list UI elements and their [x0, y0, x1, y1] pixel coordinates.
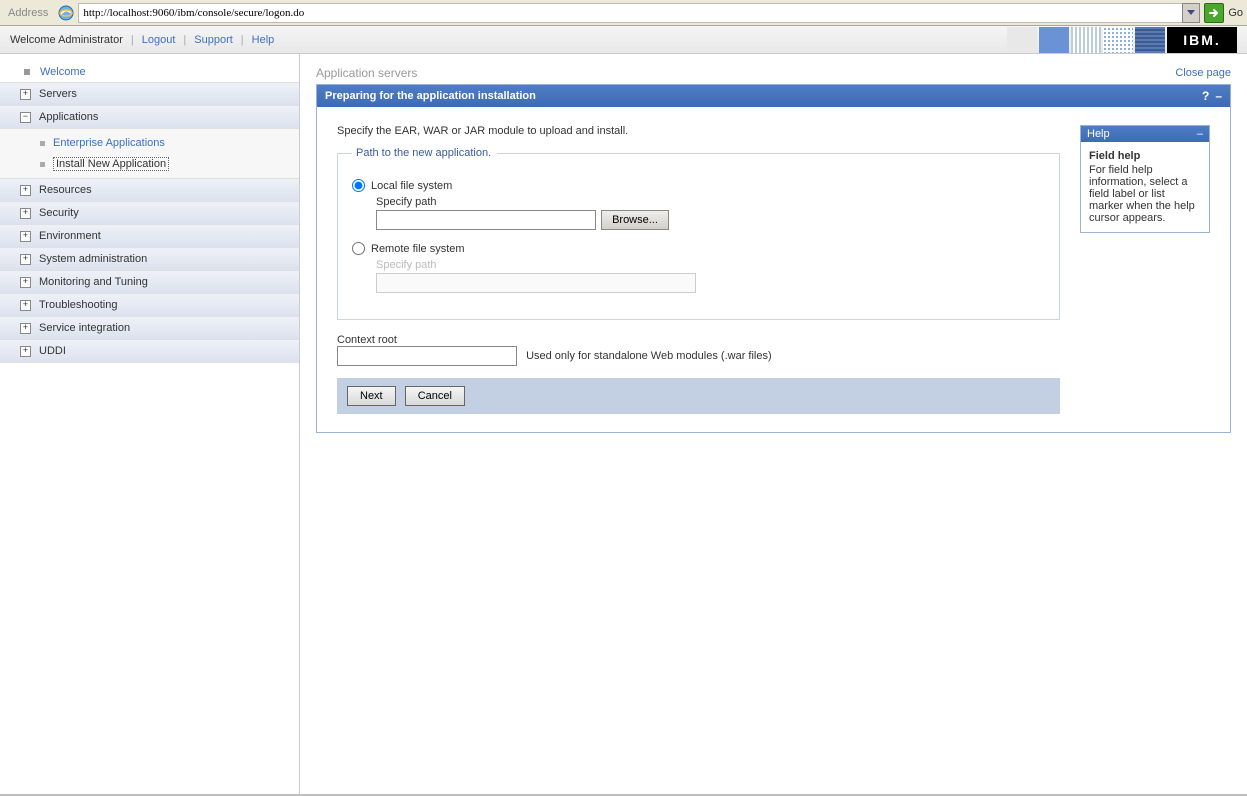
cancel-button[interactable]: Cancel — [405, 386, 465, 406]
expand-icon[interactable]: + — [20, 300, 31, 311]
url-dropdown[interactable] — [1182, 3, 1200, 23]
sidebar-item-system-administration[interactable]: + System administration — [0, 247, 299, 271]
bullet-icon — [40, 162, 45, 167]
local-file-radio-row: Local file system — [352, 179, 1045, 192]
sidebar-applications-children: Enterprise Applications Install New Appl… — [0, 129, 299, 179]
remote-file-radio-row: Remote file system — [352, 242, 1045, 255]
context-root-input[interactable] — [337, 346, 517, 366]
browse-button[interactable]: Browse... — [601, 210, 669, 230]
local-path-field: Specify path Browse... — [376, 196, 1045, 230]
expand-icon[interactable]: + — [20, 346, 31, 357]
expand-icon[interactable]: + — [20, 89, 31, 100]
sidebar-child-enterprise-applications[interactable]: Enterprise Applications — [0, 133, 299, 153]
remote-file-radio[interactable] — [352, 242, 365, 255]
help-minimize-icon[interactable]: – — [1197, 128, 1203, 140]
remote-path-field: Specify path — [376, 259, 1045, 293]
install-panel: Preparing for the application installati… — [316, 84, 1231, 433]
help-title-bar: Help – — [1081, 126, 1209, 142]
context-root-row: Context root Used only for standalone We… — [337, 334, 1060, 366]
form-area: Specify the EAR, WAR or JAR module to up… — [337, 125, 1060, 414]
sidebar-welcome[interactable]: Welcome — [0, 61, 299, 83]
panel-body: Specify the EAR, WAR or JAR module to up… — [317, 107, 1230, 432]
separator: | — [183, 34, 186, 46]
page-title: Application servers — [316, 66, 417, 80]
expand-icon[interactable]: + — [20, 323, 31, 334]
content-area: Application servers Close page Preparing… — [300, 54, 1247, 794]
sidebar-item-environment[interactable]: + Environment — [0, 224, 299, 248]
url-input[interactable] — [78, 3, 1183, 23]
expand-icon[interactable]: + — [20, 231, 31, 242]
specify-path-label-disabled: Specify path — [376, 259, 1045, 271]
sidebar-item-uddi[interactable]: + UDDI — [0, 339, 299, 363]
bullet-icon — [40, 141, 45, 146]
sidebar-item-security[interactable]: + Security — [0, 201, 299, 225]
context-root-hint: Used only for standalone Web modules (.w… — [526, 350, 772, 362]
go-label: Go — [1228, 7, 1243, 19]
help-title: Help — [1087, 128, 1110, 140]
separator: | — [131, 34, 134, 46]
separator: | — [241, 34, 244, 46]
sidebar-item-servers[interactable]: + Servers — [0, 82, 299, 106]
sidebar-item-monitoring-tuning[interactable]: + Monitoring and Tuning — [0, 270, 299, 294]
sidebar-item-resources[interactable]: + Resources — [0, 178, 299, 202]
decorative-blocks — [1007, 27, 1165, 53]
expand-icon[interactable]: + — [20, 185, 31, 196]
help-heading: Field help — [1089, 150, 1201, 162]
help-box: Help – Field help For field help informa… — [1080, 125, 1210, 233]
address-label: Address — [4, 7, 52, 19]
ibm-logo: IBM. — [1167, 27, 1237, 53]
next-button[interactable]: Next — [347, 386, 396, 406]
collapse-icon[interactable]: − — [20, 112, 31, 123]
button-bar: Next Cancel — [337, 378, 1060, 414]
expand-icon[interactable]: + — [20, 254, 31, 265]
ie-icon — [58, 5, 74, 21]
content-header: Application servers Close page — [316, 66, 1231, 80]
local-path-input[interactable] — [376, 210, 596, 230]
top-bar-left: Welcome Administrator | Logout | Support… — [10, 34, 274, 46]
close-page-link[interactable]: Close page — [1175, 67, 1231, 79]
fieldset-legend: Path to the new application. — [352, 147, 497, 159]
console-top-bar: Welcome Administrator | Logout | Support… — [0, 26, 1247, 54]
path-fieldset: Path to the new application. Local file … — [337, 147, 1060, 320]
sidebar-item-applications[interactable]: − Applications — [0, 105, 299, 129]
main-layout: Welcome + Servers − Applications Enterpr… — [0, 54, 1247, 794]
help-body: Field help For field help information, s… — [1081, 142, 1209, 232]
local-file-label: Local file system — [371, 180, 452, 192]
go-button[interactable]: Go — [1204, 3, 1243, 23]
sidebar-child-install-new-application[interactable]: Install New Application — [0, 153, 299, 175]
go-arrow-icon — [1204, 3, 1224, 23]
browser-address-bar: Address Go — [0, 0, 1247, 26]
bullet-icon — [24, 69, 30, 75]
remote-file-label: Remote file system — [371, 243, 465, 255]
support-link[interactable]: Support — [194, 34, 233, 46]
panel-title: Preparing for the application installati… — [325, 90, 536, 102]
welcome-user: Welcome Administrator — [10, 34, 123, 46]
expand-icon[interactable]: + — [20, 277, 31, 288]
help-text: For field help information, select a fie… — [1089, 164, 1201, 224]
instruction-text: Specify the EAR, WAR or JAR module to up… — [337, 125, 1060, 137]
sidebar-nav: Welcome + Servers − Applications Enterpr… — [0, 54, 300, 794]
panel-titlebar: Preparing for the application installati… — [317, 85, 1230, 107]
local-file-radio[interactable] — [352, 179, 365, 192]
logout-link[interactable]: Logout — [142, 34, 176, 46]
expand-icon[interactable]: + — [20, 208, 31, 219]
specify-path-label: Specify path — [376, 196, 1045, 208]
context-root-label: Context root — [337, 334, 1060, 346]
panel-minimize-icon[interactable]: – — [1215, 89, 1222, 103]
sidebar-item-troubleshooting[interactable]: + Troubleshooting — [0, 293, 299, 317]
remote-path-input — [376, 273, 696, 293]
panel-help-icon[interactable]: ? — [1202, 89, 1209, 103]
top-bar-right: IBM. — [1007, 27, 1237, 53]
sidebar-item-service-integration[interactable]: + Service integration — [0, 316, 299, 340]
help-link[interactable]: Help — [252, 34, 275, 46]
